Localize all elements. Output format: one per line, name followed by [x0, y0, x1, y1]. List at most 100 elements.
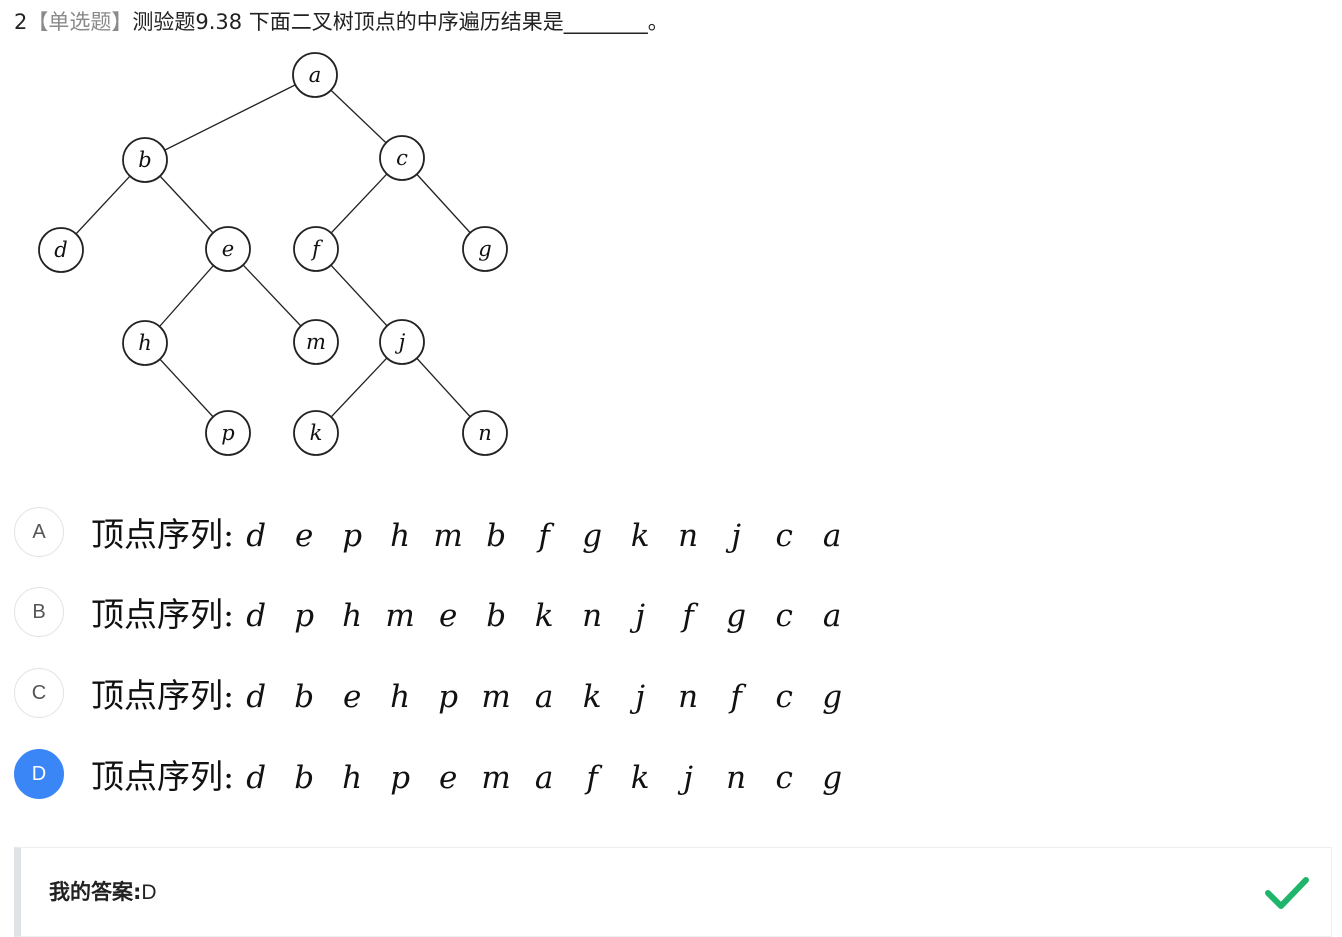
my-answer-box: 我的答案:D: [14, 847, 1332, 937]
option-text: 顶点序列: d b e h p m a k j n f c g: [91, 669, 858, 717]
tree-node-label: a: [309, 63, 322, 87]
tree-node-d: d: [38, 227, 84, 273]
sequence-vertex: d: [246, 679, 267, 715]
tree-node-e: e: [205, 226, 251, 272]
option-d[interactable]: D 顶点序列: d b h p e m a f k j n c g: [14, 747, 858, 801]
sequence-vertex: e: [294, 518, 314, 554]
sequence-vertex: c: [775, 679, 793, 715]
tree-node-k: k: [293, 410, 339, 456]
tree-node-g: g: [462, 226, 508, 272]
option-label: 顶点序列:: [91, 515, 235, 554]
sequence-vertex: h: [390, 679, 411, 715]
option-text: 顶点序列: d e p h m b f g k n j c a: [91, 508, 858, 556]
sequence-vertex: p: [438, 679, 459, 715]
sequence-vertex: n: [582, 598, 603, 634]
sequence-vertex: f: [586, 760, 598, 796]
sequence-vertex: b: [486, 598, 507, 634]
option-label: 顶点序列:: [91, 676, 235, 715]
my-answer-title: 我的答案:: [49, 880, 142, 904]
binary-tree-diagram: a b c d e f g h m j p k n: [38, 52, 508, 456]
tree-node-label: p: [221, 421, 234, 445]
tree-node-label: n: [478, 421, 492, 445]
sequence-vertex: k: [630, 518, 650, 554]
sequence-vertex: a: [534, 679, 554, 715]
tree-node-b: b: [122, 137, 168, 183]
option-c[interactable]: C 顶点序列: d b e h p m a k j n f c g: [14, 666, 858, 720]
tree-node-label: k: [310, 421, 323, 445]
sequence-vertex: g: [822, 760, 843, 796]
tree-node-c: c: [379, 135, 425, 181]
sequence-vertex: j: [683, 760, 693, 796]
vertex-sequence: dephmbfgknjca: [234, 518, 858, 554]
option-d-radio[interactable]: D: [14, 749, 64, 799]
tree-node-h: h: [122, 320, 168, 366]
sequence-vertex: c: [775, 518, 793, 554]
sequence-vertex: m: [433, 518, 463, 554]
sequence-vertex: a: [822, 518, 842, 554]
sequence-vertex: a: [534, 760, 554, 796]
tree-node-a: a: [292, 52, 338, 98]
tree-node-label: m: [306, 330, 326, 354]
tree-node-j: j: [379, 319, 425, 365]
sequence-vertex: p: [294, 598, 315, 634]
sequence-vertex: j: [635, 598, 645, 634]
tree-node-label: h: [138, 331, 152, 355]
tree-node-p: p: [205, 410, 251, 456]
my-answer-label: 我的答案:D: [49, 876, 157, 906]
tree-node-label: c: [396, 146, 408, 170]
sequence-vertex: d: [246, 518, 267, 554]
tree-nodes: a b c d e f g h m j p k n: [38, 52, 508, 456]
tree-node-n: n: [462, 410, 508, 456]
sequence-vertex: p: [342, 518, 363, 554]
option-c-radio[interactable]: C: [14, 668, 64, 718]
sequence-vertex: e: [438, 598, 458, 634]
sequence-vertex: e: [342, 679, 362, 715]
sequence-vertex: g: [582, 518, 603, 554]
sequence-vertex: b: [294, 679, 315, 715]
sequence-vertex: f: [730, 679, 742, 715]
sequence-vertex: h: [390, 518, 411, 554]
option-b-radio[interactable]: B: [14, 587, 64, 637]
sequence-vertex: n: [678, 518, 699, 554]
sequence-vertex: p: [390, 760, 411, 796]
tree-node-label: b: [138, 148, 151, 172]
sequence-vertex: c: [775, 598, 793, 634]
vertex-sequence: dbhpemafkjncg: [234, 760, 858, 796]
tree-node-label: e: [222, 237, 234, 261]
sequence-vertex: f: [538, 518, 550, 554]
tree-node-f: f: [293, 226, 339, 272]
sequence-vertex: h: [342, 760, 363, 796]
option-text: 顶点序列: d p h m e b k n j f g c a: [91, 588, 858, 636]
sequence-vertex: a: [822, 598, 842, 634]
sequence-vertex: b: [486, 518, 507, 554]
sequence-vertex: d: [246, 760, 267, 796]
option-a[interactable]: A 顶点序列: d e p h m b f g k n j c a: [14, 505, 858, 559]
sequence-vertex: h: [342, 598, 363, 634]
sequence-vertex: d: [246, 598, 267, 634]
sequence-vertex: e: [438, 760, 458, 796]
option-text: 顶点序列: d b h p e m a f k j n c g: [91, 750, 858, 798]
sequence-vertex: k: [534, 598, 554, 634]
option-a-radio[interactable]: A: [14, 507, 64, 557]
sequence-vertex: b: [294, 760, 315, 796]
option-b[interactable]: B 顶点序列: d p h m e b k n j f g c a: [14, 585, 858, 639]
my-answer-value: D: [141, 881, 157, 904]
sequence-vertex: j: [635, 679, 645, 715]
sequence-vertex: j: [731, 518, 741, 554]
sequence-vertex: n: [726, 760, 747, 796]
sequence-vertex: n: [678, 679, 699, 715]
sequence-vertex: f: [682, 598, 694, 634]
option-label: 顶点序列:: [91, 595, 235, 634]
tree-node-m: m: [293, 319, 339, 365]
vertex-sequence: dbehpmakjnfcg: [234, 679, 858, 715]
check-icon: [1265, 877, 1309, 909]
sequence-vertex: k: [630, 760, 650, 796]
vertex-sequence: dphmebknj fgca: [234, 598, 858, 634]
sequence-vertex: g: [822, 679, 843, 715]
sequence-vertex: m: [481, 760, 511, 796]
sequence-vertex: g: [726, 598, 747, 634]
option-label: 顶点序列:: [91, 757, 235, 796]
tree-edges: [60, 74, 486, 434]
sequence-vertex: m: [481, 679, 511, 715]
tree-node-label: d: [54, 238, 67, 262]
